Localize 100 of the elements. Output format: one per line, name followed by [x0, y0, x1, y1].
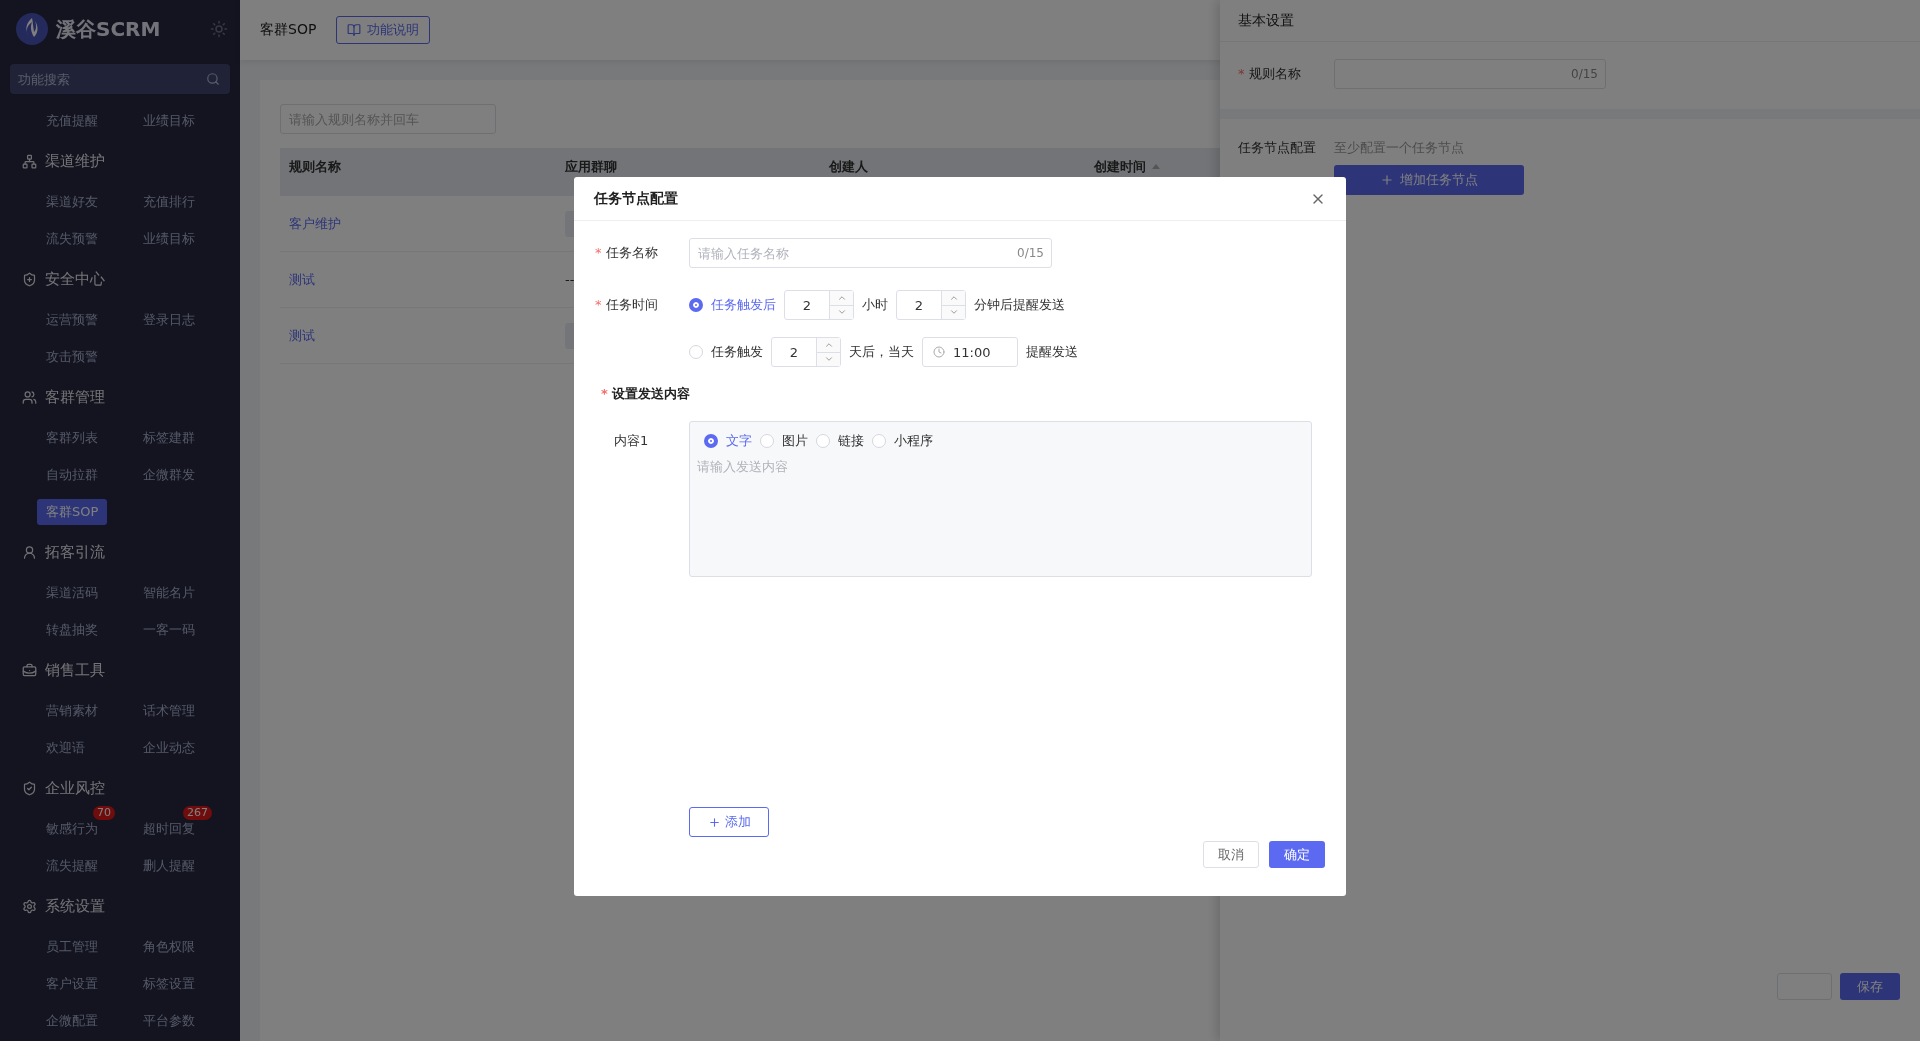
menu-item[interactable]: 业绩目标: [134, 107, 204, 134]
user-icon: [22, 544, 37, 560]
menu-item[interactable]: 自动拉群: [37, 461, 107, 488]
rule-name-link[interactable]: 测试: [289, 326, 315, 345]
menu-item[interactable]: 智能名片: [134, 579, 204, 606]
menu-group-title[interactable]: 客群管理: [45, 387, 105, 407]
increment-button[interactable]: [830, 291, 853, 306]
plus-icon: [707, 815, 721, 829]
menu-item[interactable]: 流失预警: [37, 225, 107, 252]
menu-item[interactable]: 标签设置: [134, 970, 204, 997]
drawer-title: 基本设置: [1238, 11, 1294, 30]
menu-group-title[interactable]: 拓客引流: [45, 542, 105, 562]
column-header: 创建人: [828, 158, 869, 176]
menu-item[interactable]: 角色权限: [134, 933, 204, 960]
radio-label[interactable]: 任务触发: [711, 343, 763, 361]
menu-item[interactable]: 渠道好友: [37, 188, 107, 215]
menu-item[interactable]: 充值提醒: [37, 107, 107, 134]
menu-item[interactable]: 渠道活码: [37, 579, 107, 606]
table-cell: --: [565, 272, 575, 287]
menu-group-title[interactable]: 销售工具: [45, 660, 105, 680]
required-mark: *: [601, 386, 608, 401]
clock-icon: [933, 346, 945, 358]
count-badge: 70: [93, 805, 115, 820]
menu-item[interactable]: 充值排行: [134, 188, 204, 215]
menu-group-title[interactable]: 企业风控: [45, 778, 105, 798]
menu-item[interactable]: 客户设置: [37, 970, 107, 997]
field-text: 提醒发送: [1026, 343, 1078, 361]
field-text: 小时: [862, 296, 888, 314]
add-node-button[interactable]: 增加任务节点: [1334, 165, 1524, 195]
radio-label[interactable]: 图片: [782, 432, 808, 450]
number-field[interactable]: 2: [771, 337, 841, 367]
increment-button[interactable]: [942, 291, 965, 306]
help-button[interactable]: 功能说明: [336, 16, 431, 44]
radio-button[interactable]: [689, 298, 703, 312]
content-label: 内容1: [614, 432, 650, 450]
field-label: 任务时间: [605, 297, 658, 312]
menu-item[interactable]: 运营预警: [37, 306, 107, 333]
radio-label[interactable]: 任务触发后: [711, 296, 776, 314]
rule-name-link[interactable]: 客户维护: [289, 214, 341, 233]
radio-button[interactable]: [704, 434, 718, 448]
menu-item[interactable]: 话术管理: [134, 697, 204, 724]
theme-toggle-icon[interactable]: [210, 20, 228, 38]
increment-button[interactable]: [817, 338, 840, 353]
time-field[interactable]: 11:00: [922, 337, 1018, 367]
book-icon: [347, 23, 362, 37]
content-input[interactable]: 请输入发送内容: [697, 458, 1304, 566]
menu-item[interactable]: 客群SOP: [37, 498, 108, 525]
dialog-title: 任务节点配置: [594, 189, 678, 208]
menu-item[interactable]: 营销素材: [37, 697, 107, 724]
column-header: 应用群聊: [564, 158, 618, 176]
required-mark: *: [1238, 66, 1245, 81]
save-button[interactable]: 保存: [1840, 973, 1900, 1000]
sort-icon[interactable]: [1152, 164, 1160, 169]
network-icon: [22, 153, 37, 169]
field-text: 天后，当天: [849, 343, 914, 361]
number-field[interactable]: 2: [896, 290, 966, 320]
menu-item[interactable]: 攻击预警: [37, 343, 107, 370]
menu-group-title[interactable]: 渠道维护: [45, 151, 105, 171]
shield-check-icon: [22, 780, 37, 796]
cancel-button[interactable]: 取消: [1203, 841, 1259, 868]
menu-item[interactable]: 平台参数: [134, 1007, 204, 1034]
menu-group-title[interactable]: 安全中心: [45, 269, 105, 289]
menu-item[interactable]: 员工管理: [37, 933, 107, 960]
field-text: 分钟后提醒发送: [974, 296, 1065, 314]
menu-group-title[interactable]: 系统设置: [45, 896, 105, 916]
menu-item[interactable]: 企微群发: [134, 461, 204, 488]
menu-item[interactable]: 客群列表: [37, 424, 107, 451]
required-mark: *: [595, 245, 602, 260]
number-field[interactable]: 2: [784, 290, 854, 320]
menu-item[interactable]: 业绩目标: [134, 225, 204, 252]
menu-item[interactable]: 欢迎语: [37, 734, 94, 761]
menu-item[interactable]: 企业动态: [134, 734, 204, 761]
required-mark: *: [595, 297, 602, 312]
rule-name-link[interactable]: 测试: [289, 270, 315, 289]
field-label: 规则名称: [1248, 66, 1301, 81]
section-label: 任务节点配置: [1238, 139, 1317, 157]
char-counter: 0/15: [1571, 67, 1598, 81]
menu-item[interactable]: 登录日志: [134, 306, 204, 333]
menu-item[interactable]: 标签建群: [134, 424, 204, 451]
confirm-button[interactable]: 确定: [1269, 841, 1325, 868]
plus-icon: [1380, 173, 1394, 187]
brand-name: 溪谷SCRM: [56, 15, 162, 43]
menu-item[interactable]: 删人提醒: [134, 852, 204, 879]
field-label: 任务名称: [605, 245, 658, 260]
radio-label[interactable]: 链接: [838, 432, 864, 450]
search-icon[interactable]: [206, 72, 220, 86]
shield-icon: [22, 271, 37, 287]
radio-label[interactable]: 小程序: [894, 432, 933, 450]
logo-icon: [16, 13, 48, 45]
page-title: 客群SOP: [260, 21, 317, 39]
menu-item[interactable]: 转盘抽奖: [37, 616, 107, 643]
settings-icon: [22, 898, 37, 914]
add-content-button[interactable]: 添加: [689, 807, 769, 837]
briefcase-icon: [22, 662, 37, 678]
radio-label[interactable]: 文字: [726, 432, 752, 450]
char-counter: 0/15: [1017, 246, 1044, 260]
menu-item[interactable]: 企微配置: [37, 1007, 107, 1034]
content-editor[interactable]: 文字 图片 链接 小程序 请输入发送内容: [689, 421, 1312, 577]
menu-item[interactable]: 流失提醒: [37, 852, 107, 879]
count-badge: 267: [183, 805, 212, 820]
